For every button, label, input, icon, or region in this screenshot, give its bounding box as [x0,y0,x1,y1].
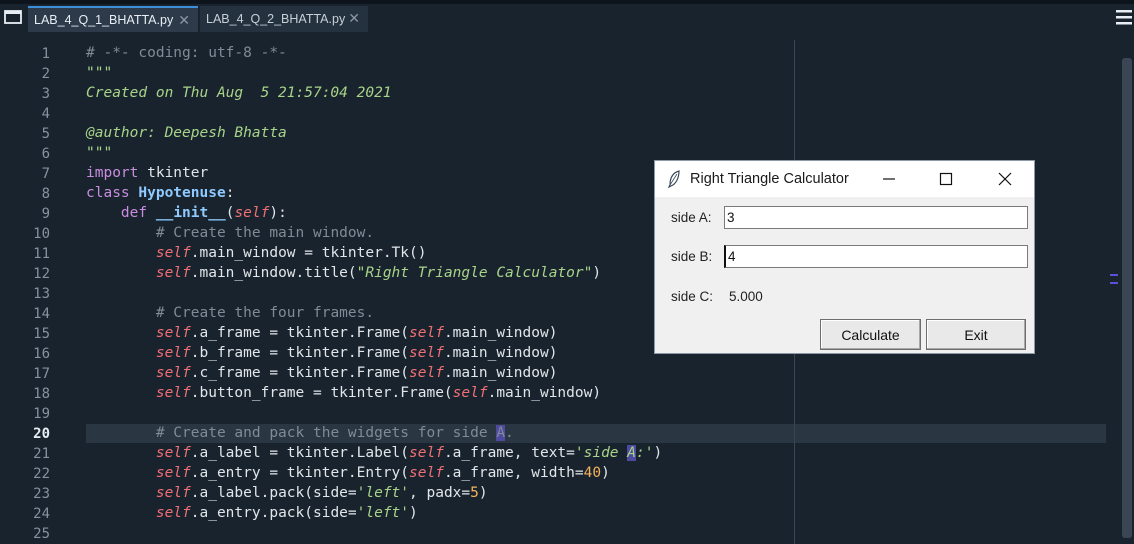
line-number: 1 [41,46,50,62]
code-line: self.button_frame = tkinter.Frame(self.m… [155,385,602,401]
side-b-label: side B: [671,249,713,264]
line-number: 12 [33,266,50,282]
close-icon[interactable]: ✕ [348,10,360,27]
vertical-scrollbar[interactable] [1122,58,1132,538]
line-number: 16 [33,346,50,362]
line-number: 6 [41,146,50,162]
line-number: 13 [33,286,50,302]
exit-button[interactable]: Exit [926,319,1026,350]
code-line: # -*- coding: utf-8 -*- [86,45,287,61]
dialog-title: Right Triangle Calculator [690,171,849,187]
line-number: 7 [41,166,50,182]
code-line: self.main_window = tkinter.Tk() [155,245,427,261]
code-line: class Hypotenuse: [86,185,235,201]
code-line: Created on Thu Aug 5 21:57:04 2021 [86,85,392,101]
line-number: 2 [41,66,50,82]
line-number: 23 [33,486,50,502]
code-line: @author: Deepesh Bhatta [86,125,287,141]
code-line: """ [86,65,113,81]
right-triangle-calculator-window: Right Triangle Calculator side A: 3 side… [654,160,1035,354]
menu-icon[interactable] [1116,8,1132,26]
line-number: 24 [33,506,50,522]
tab-label: LAB_4_Q_1_BHATTA.py [34,13,174,27]
line-number: 4 [41,106,50,122]
line-number: 8 [41,186,50,202]
code-line: self.a_label.pack(side='left', padx=5) [155,485,488,501]
close-icon[interactable]: ✕ [178,12,190,29]
code-line: self.c_frame = tkinter.Frame(self.main_w… [155,365,558,381]
tab-lab-4-q-1[interactable]: LAB_4_Q_1_BHATTA.py ✕ [28,6,198,32]
side-c-result: 5.000 [729,289,763,304]
code-line: def __init__(self): [120,205,287,221]
calculate-button[interactable]: Calculate [820,319,921,350]
tab-lab-4-q-2[interactable]: LAB_4_Q_2_BHATTA.py ✕ [200,6,368,32]
tab-label: LAB_4_Q_2_BHATTA.py [206,12,346,26]
minimize-icon[interactable] [872,167,906,191]
line-number: 21 [33,446,50,462]
line-number-gutter: 1 2 3 4 5 6 7 8 9 10 11 12 13 14 15 16 1… [0,38,66,544]
code-line: self.a_entry.pack(side='left') [155,505,418,521]
close-icon[interactable] [988,167,1022,191]
code-line: # Create and pack the widgets for side A… [155,425,514,441]
code-line: """ [86,145,113,161]
window-icon[interactable] [4,9,22,25]
line-number: 10 [33,226,50,242]
side-b-input[interactable]: 4 [724,245,1028,268]
dialog-titlebar[interactable]: Right Triangle Calculator [655,161,1034,197]
code-line: self.a_frame = tkinter.Frame(self.main_w… [155,325,558,341]
side-a-input[interactable]: 3 [724,206,1028,229]
line-number: 11 [33,246,50,262]
side-c-label: side C: [671,289,714,304]
side-a-label: side A: [671,210,712,225]
line-number: 25 [33,526,50,542]
line-number: 3 [41,86,50,102]
line-number: 5 [41,126,50,142]
tab-bar: LAB_4_Q_1_BHATTA.py ✕ LAB_4_Q_2_BHATTA.p… [0,0,1134,34]
code-line: self.main_window.title("Right Triangle C… [155,265,602,281]
code-line: import tkinter [86,165,209,181]
line-number: 17 [33,366,50,382]
code-line: # Create the main window. [155,225,375,241]
code-line: self.b_frame = tkinter.Frame(self.main_w… [155,345,558,361]
line-number: 19 [33,406,50,422]
code-line: self.a_label = tkinter.Label(self.a_fram… [155,445,663,461]
scroll-marker [1110,274,1118,276]
line-number: 14 [33,306,50,322]
line-number: 18 [33,386,50,402]
line-number: 15 [33,326,50,342]
top-strip [0,0,1134,4]
line-number: 22 [33,466,50,482]
scroll-marker [1110,282,1118,284]
maximize-icon[interactable] [929,167,963,191]
line-number-current: 20 [33,426,50,442]
line-number: 9 [41,206,50,222]
code-line: self.a_entry = tkinter.Entry(self.a_fram… [155,465,610,481]
code-line: # Create the four frames. [155,305,375,321]
feather-icon [667,170,680,188]
